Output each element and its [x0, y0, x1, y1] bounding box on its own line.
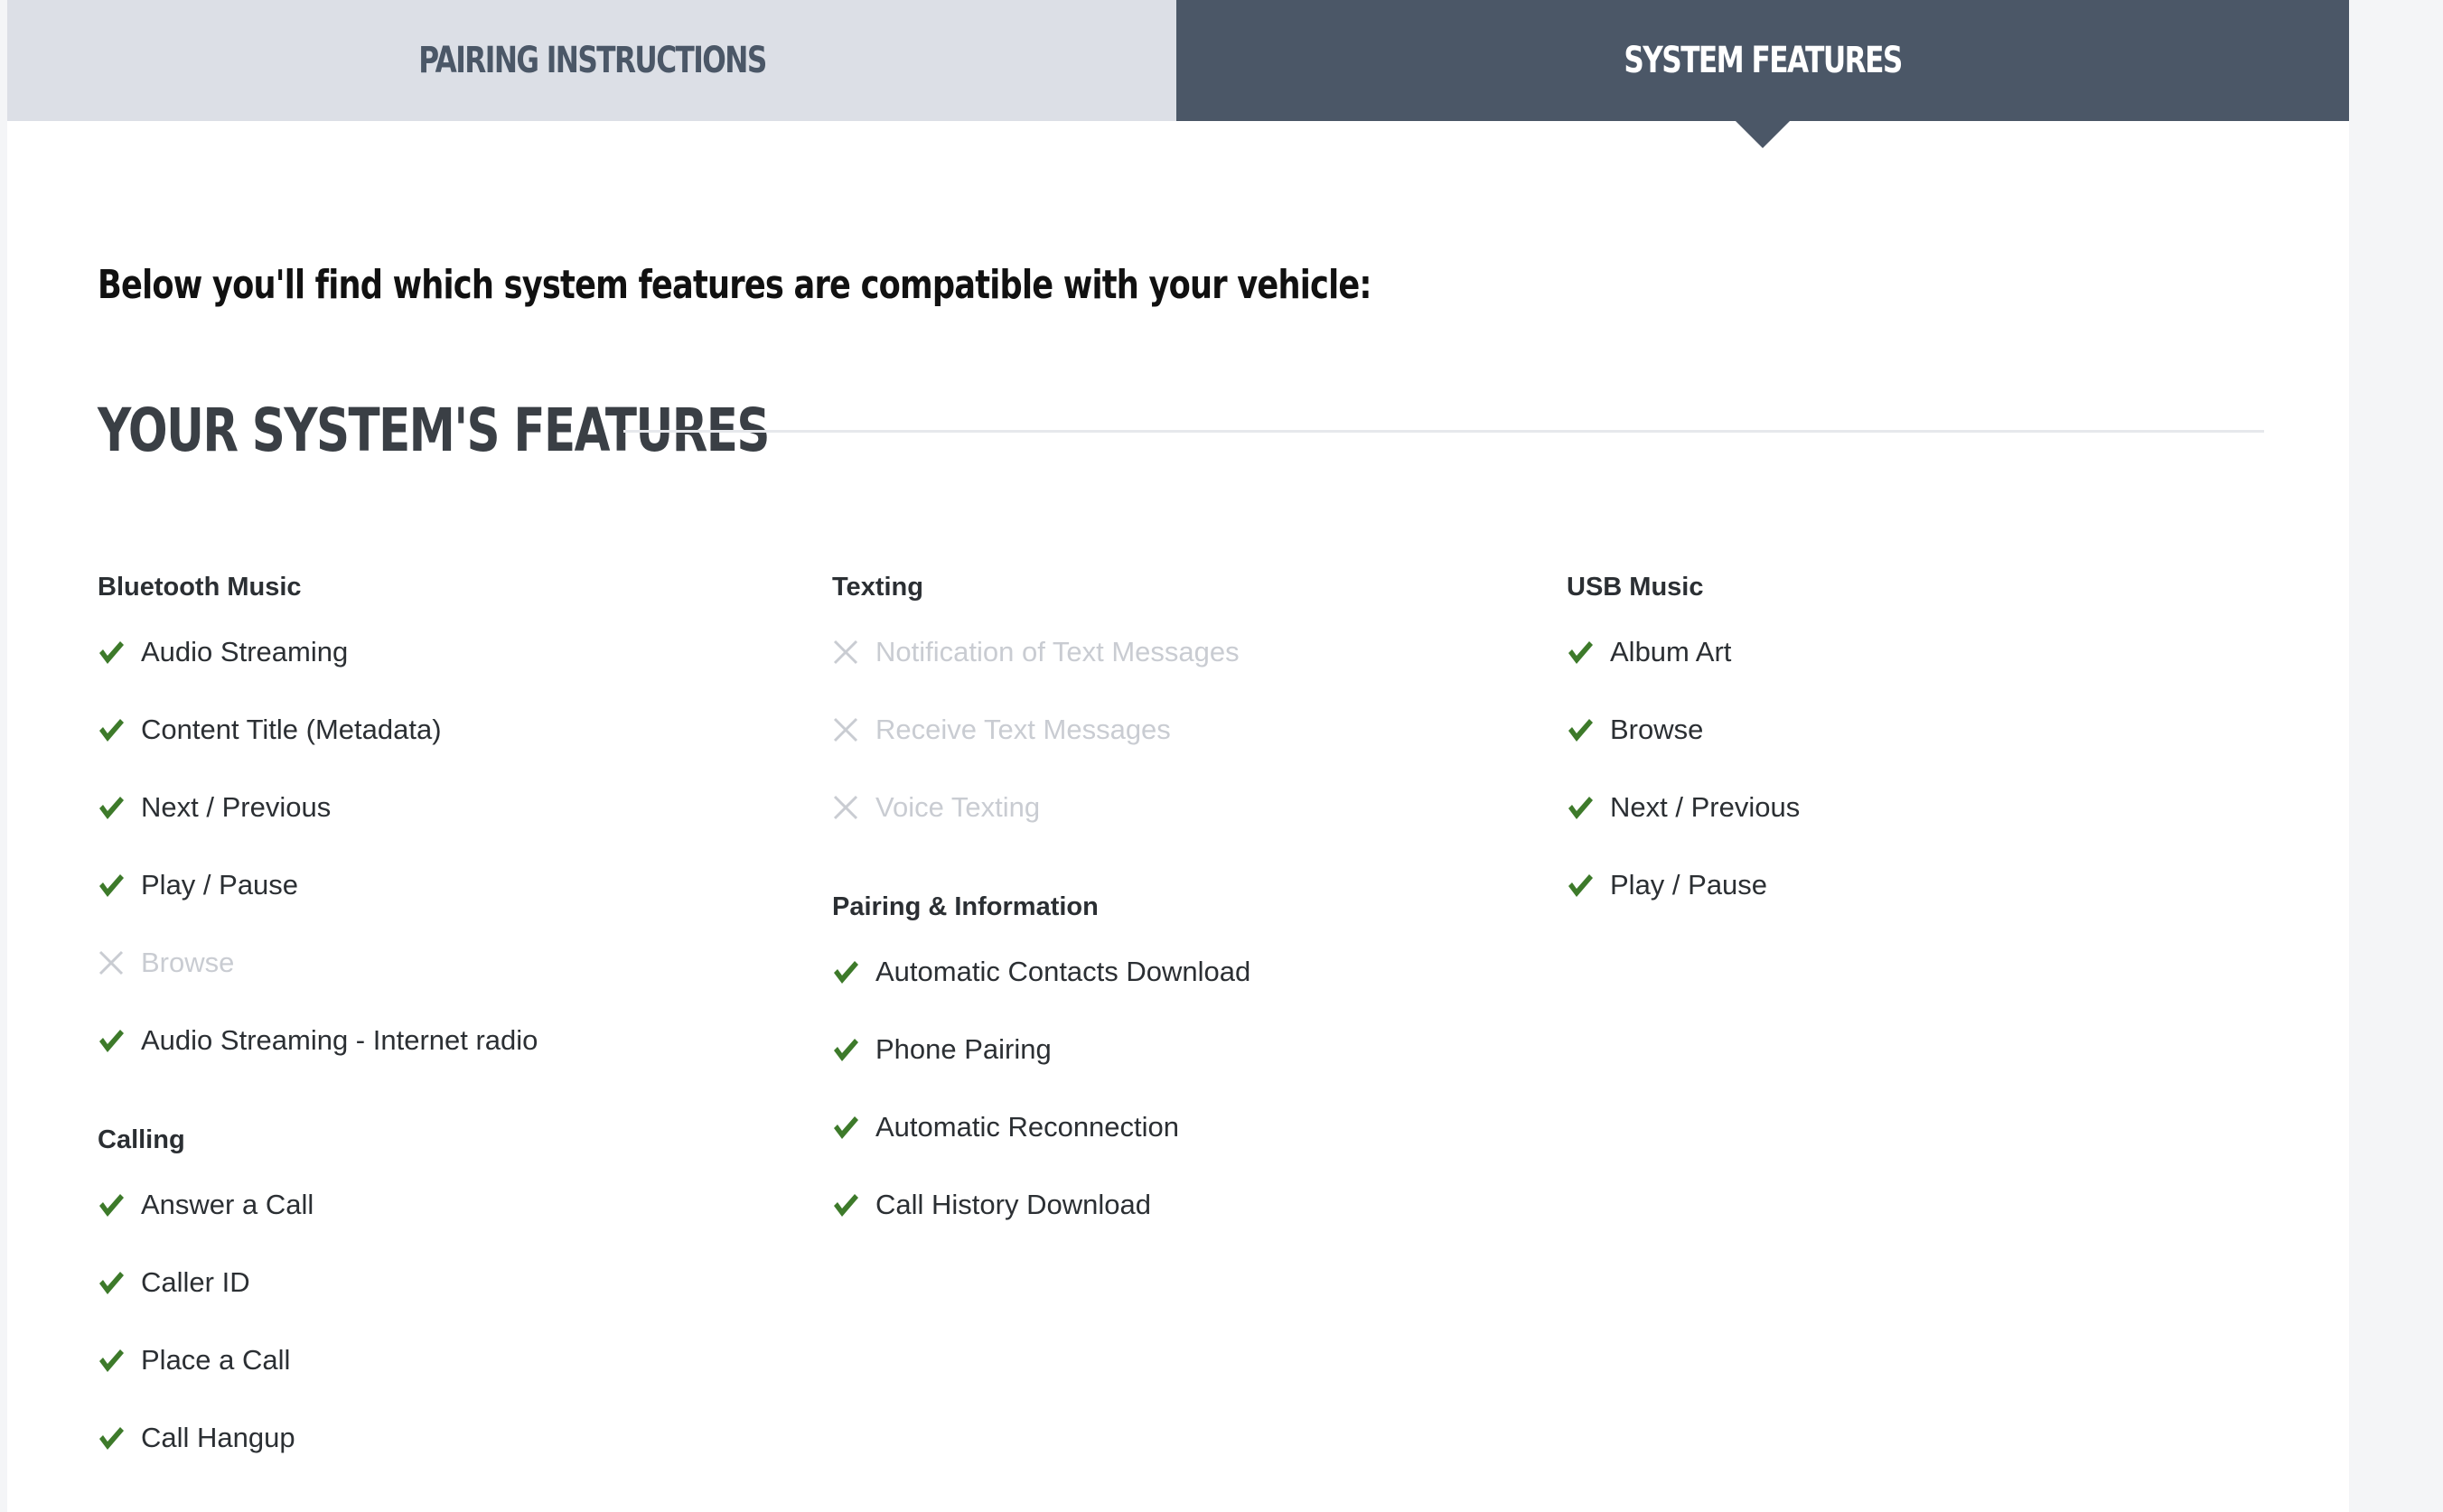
checkmark-icon [98, 1340, 128, 1380]
features-column-2: Texting Notification of Text Messages Rec… [832, 569, 1537, 1263]
group-title-usb-music: USB Music [1567, 573, 1704, 602]
feature-item: Browse [1567, 710, 2271, 788]
feature-label: Caller ID [141, 1266, 250, 1298]
feature-item: Place a Call [98, 1340, 802, 1418]
checkmark-icon [832, 1107, 863, 1147]
feature-list: Answer a Call Caller ID Place a Call Call H… [98, 1185, 802, 1496]
feature-item: Audio Streaming - Internet radio [98, 1021, 802, 1098]
feature-label: Next / Previous [141, 791, 332, 823]
checkmark-icon [832, 952, 863, 992]
feature-item: Play / Pause [98, 865, 802, 943]
feature-label: Phone Pairing [875, 1033, 1052, 1065]
feature-label: Notification of Text Messages [875, 636, 1240, 667]
feature-label: Automatic Contacts Download [875, 956, 1251, 987]
intro-text: Below you'll find which system features … [98, 262, 1371, 308]
feature-list: Automatic Contacts Download Phone Pairing… [832, 952, 1537, 1263]
feature-label: Answer a Call [141, 1189, 314, 1220]
group-title-bluetooth-music: Bluetooth Music [98, 573, 302, 602]
checkmark-icon [98, 788, 128, 827]
feature-label: Voice Texting [875, 791, 1041, 823]
feature-item: Play / Pause [1567, 865, 2271, 943]
feature-label: Play / Pause [141, 869, 299, 901]
feature-list: Notification of Text Messages Receive Tex… [832, 632, 1537, 865]
checkmark-icon [1567, 710, 1597, 750]
checkmark-icon [98, 1021, 128, 1060]
tab-pairing-instructions[interactable]: PAIRING INSTRUCTIONS [7, 0, 1176, 121]
cross-icon [832, 710, 863, 750]
checkmark-icon [98, 1418, 128, 1458]
cross-icon [832, 788, 863, 827]
group-title-texting: Texting [832, 573, 923, 602]
tab-system-features[interactable]: SYSTEM FEATURES [1176, 0, 2349, 148]
feature-item: Call History Download [832, 1185, 1537, 1263]
checkmark-icon [98, 1185, 128, 1225]
cross-icon [832, 632, 863, 672]
feature-item: Phone Pairing [832, 1030, 1537, 1107]
group-title-calling: Calling [98, 1125, 185, 1154]
feature-label: Browse [1610, 714, 1704, 745]
feature-label: Content Title (Metadata) [141, 714, 442, 745]
feature-item: Call Hangup [98, 1418, 802, 1496]
feature-item: Receive Text Messages [832, 710, 1537, 788]
feature-label: Audio Streaming [141, 636, 349, 667]
tab-bar: PAIRING INSTRUCTIONS SYSTEM FEATURES [7, 0, 2349, 148]
feature-item: Next / Previous [1567, 788, 2271, 865]
features-column-1: Bluetooth Music Audio Streaming Content T… [98, 569, 802, 1496]
active-tab-pointer [1736, 121, 1790, 148]
feature-item: Browse [98, 943, 802, 1021]
feature-label: Next / Previous [1610, 791, 1801, 823]
feature-label: Call Hangup [141, 1422, 295, 1453]
checkmark-icon [98, 865, 128, 905]
group-title-pairing-information: Pairing & Information [832, 892, 1099, 921]
checkmark-icon [98, 632, 128, 672]
features-column-3: USB Music Album Art Browse Next / Previous… [1567, 569, 2271, 943]
feature-item: Automatic Reconnection [832, 1107, 1537, 1185]
feature-list: Audio Streaming Content Title (Metadata) N… [98, 632, 802, 1098]
feature-item: Caller ID [98, 1263, 802, 1340]
feature-item: Audio Streaming [98, 632, 802, 710]
feature-label: Call History Download [875, 1189, 1151, 1220]
feature-item: Album Art [1567, 632, 2271, 710]
feature-list: Album Art Browse Next / Previous Play / Pau… [1567, 632, 2271, 943]
page-gutter [2349, 0, 2443, 1512]
feature-item: Notification of Text Messages [832, 632, 1537, 710]
feature-label: Browse [141, 947, 235, 978]
checkmark-icon [1567, 865, 1597, 905]
feature-item: Voice Texting [832, 788, 1537, 865]
checkmark-icon [832, 1185, 863, 1225]
feature-label: Album Art [1610, 636, 1732, 667]
feature-label: Place a Call [141, 1344, 291, 1376]
feature-item: Content Title (Metadata) [98, 710, 802, 788]
feature-item: Next / Previous [98, 788, 802, 865]
feature-label: Receive Text Messages [875, 714, 1171, 745]
checkmark-icon [98, 710, 128, 750]
cross-icon [98, 943, 128, 983]
checkmark-icon [98, 1263, 128, 1302]
section-divider [623, 430, 2264, 433]
checkmark-icon [1567, 632, 1597, 672]
feature-item: Answer a Call [98, 1185, 802, 1263]
tab-label: SYSTEM FEATURES [1624, 40, 1903, 81]
feature-label: Play / Pause [1610, 869, 1768, 901]
page: PAIRING INSTRUCTIONS SYSTEM FEATURES Bel… [7, 0, 2349, 1512]
checkmark-icon [832, 1030, 863, 1069]
tab-label: PAIRING INSTRUCTIONS [417, 40, 767, 81]
checkmark-icon [1567, 788, 1597, 827]
feature-item: Automatic Contacts Download [832, 952, 1537, 1030]
feature-label: Audio Streaming - Internet radio [141, 1024, 538, 1056]
feature-label: Automatic Reconnection [875, 1111, 1180, 1143]
